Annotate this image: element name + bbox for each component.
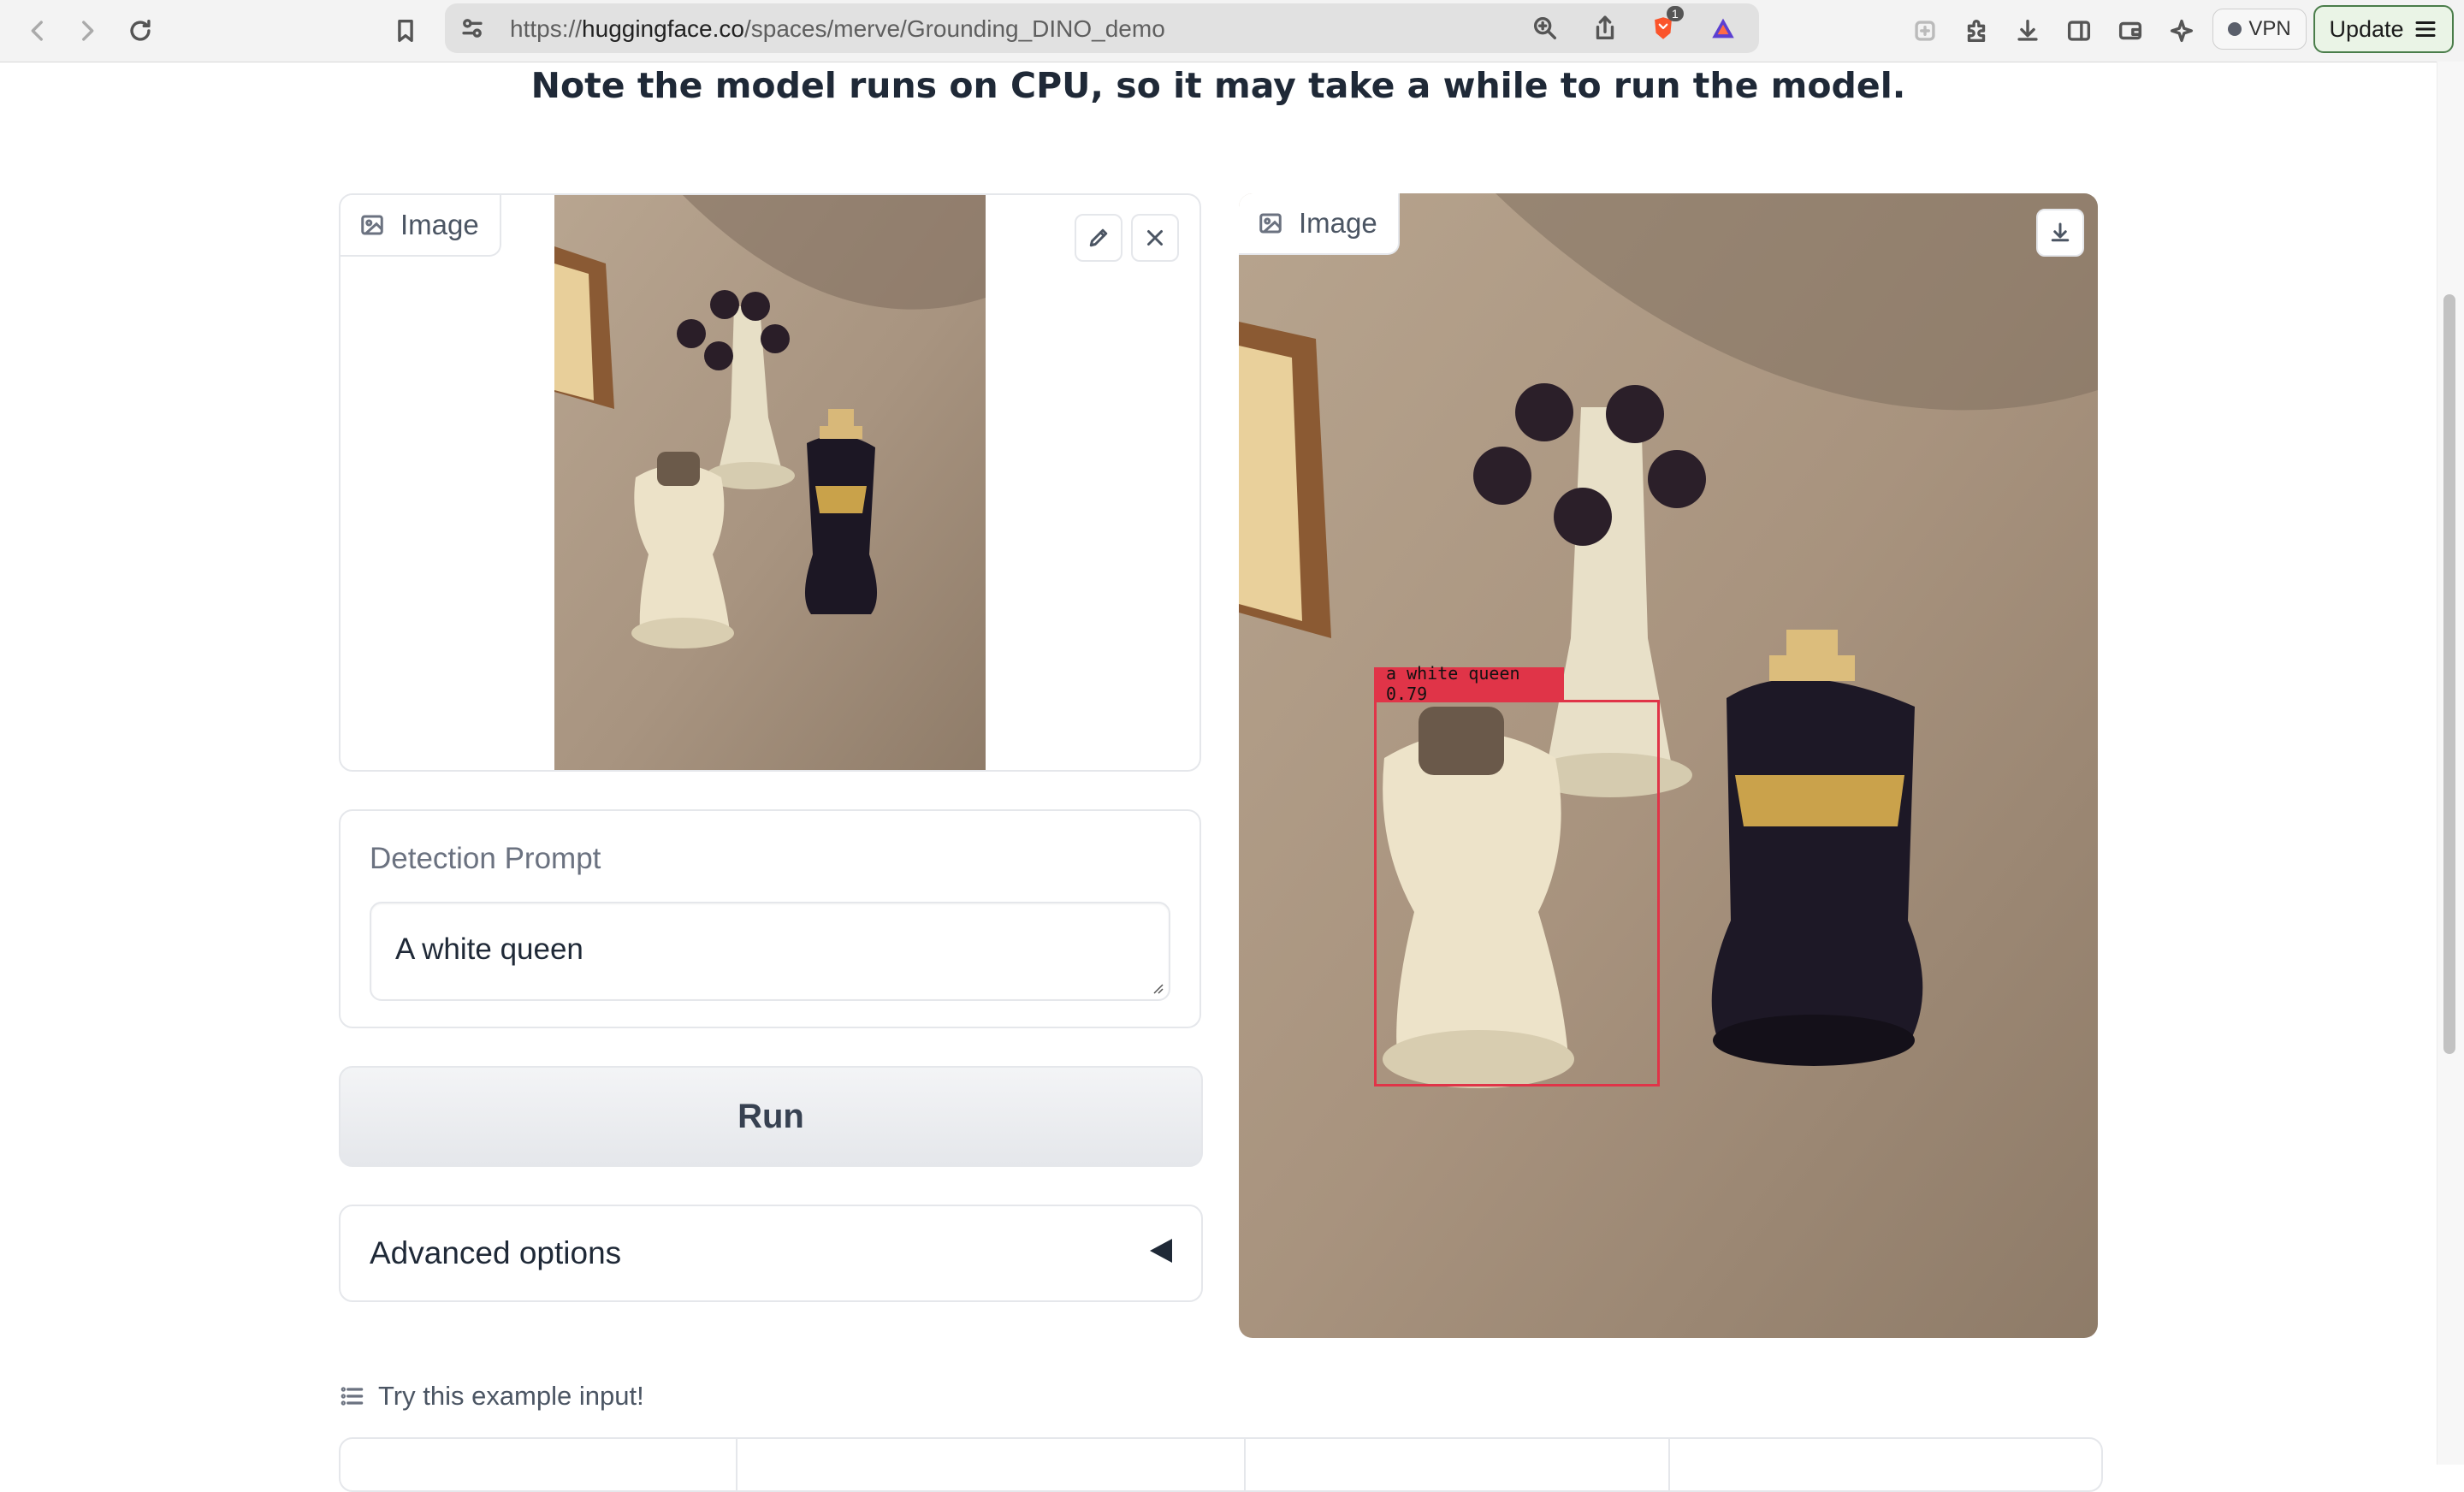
url-prefix: https:// xyxy=(510,15,583,42)
wallet-icon[interactable] xyxy=(2110,10,2151,51)
download-icon[interactable] xyxy=(2036,209,2084,257)
vpn-button[interactable]: VPN xyxy=(2212,9,2307,50)
image-icon xyxy=(1259,213,1282,234)
shield-badge: 1 xyxy=(1667,6,1684,21)
site-settings-icon[interactable] xyxy=(452,8,493,49)
examples-label: Try this example input! xyxy=(378,1381,644,1411)
sidebar-icon[interactable] xyxy=(2058,10,2100,51)
pencil-icon[interactable] xyxy=(1075,214,1122,262)
downloads-icon[interactable] xyxy=(2007,10,2048,51)
detection-prompt-input[interactable]: A white queen xyxy=(370,902,1170,1001)
examples-column-divider xyxy=(1668,1439,1670,1490)
extension-puzzle-dim-icon[interactable] xyxy=(1904,10,1946,51)
advanced-options-accordion[interactable]: Advanced options xyxy=(339,1205,1203,1302)
update-button[interactable]: Update xyxy=(2313,5,2454,53)
output-chess-photo xyxy=(1239,193,2098,1338)
image-icon xyxy=(361,215,383,235)
url-text[interactable]: https://huggingface.co/spaces/merve/Grou… xyxy=(510,15,1165,43)
input-image-label-text: Image xyxy=(400,209,479,240)
update-label: Update xyxy=(2329,15,2404,42)
examples-column-divider xyxy=(736,1439,737,1490)
page-scrollbar-thumb[interactable] xyxy=(2443,294,2455,1054)
url-path: /spaces/merve/Grounding_DINO_demo xyxy=(743,15,1165,42)
caret-left-icon xyxy=(1150,1239,1172,1263)
share-icon[interactable] xyxy=(1584,8,1626,49)
vpn-label: VPN xyxy=(2248,17,2291,40)
advanced-options-label: Advanced options xyxy=(370,1235,622,1270)
input-chess-photo xyxy=(554,195,986,770)
output-image-label: Image xyxy=(1239,193,1400,255)
leo-ai-icon[interactable] xyxy=(2161,10,2202,51)
zoom-icon[interactable] xyxy=(1525,8,1566,49)
address-bar[interactable]: https://huggingface.co/spaces/merve/Grou… xyxy=(445,3,1759,53)
brave-shield-icon[interactable]: 1 xyxy=(1643,6,1684,49)
bookmark-icon[interactable] xyxy=(385,10,426,51)
output-image-panel[interactable]: Image xyxy=(1239,193,2098,1338)
detection-bounding-box xyxy=(1374,700,1660,1086)
run-button[interactable]: Run xyxy=(339,1066,1203,1167)
detection-prompt-panel: Detection Prompt A white queen xyxy=(339,809,1201,1028)
examples-table[interactable] xyxy=(339,1437,2103,1492)
back-icon[interactable] xyxy=(17,10,58,51)
close-icon[interactable] xyxy=(1131,214,1179,262)
brave-rewards-icon[interactable] xyxy=(1703,8,1744,49)
reload-icon[interactable] xyxy=(120,10,161,51)
input-image-panel[interactable]: Image xyxy=(339,193,1201,772)
forward-icon[interactable] xyxy=(67,10,108,51)
examples-column-divider xyxy=(1244,1439,1246,1490)
examples-header: Try this example input! xyxy=(339,1381,644,1412)
vpn-status-icon xyxy=(2228,22,2242,36)
cpu-note: Note the model runs on CPU, so it may ta… xyxy=(530,65,1906,106)
detection-prompt-label: Detection Prompt xyxy=(370,842,601,875)
resize-grip-icon[interactable] xyxy=(1152,982,1164,994)
list-icon xyxy=(341,1387,364,1406)
menu-icon xyxy=(2415,21,2436,37)
browser-toolbar: https://huggingface.co/spaces/merve/Grou… xyxy=(0,0,2464,62)
output-image-label-text: Image xyxy=(1299,207,1377,239)
detection-prompt-value: A white queen xyxy=(395,932,583,966)
input-image-label: Image xyxy=(341,195,501,257)
url-host: huggingface.co xyxy=(582,15,744,42)
detection-label: a white queen 0.79 xyxy=(1374,663,1564,704)
extensions-icon[interactable] xyxy=(1956,10,1997,51)
